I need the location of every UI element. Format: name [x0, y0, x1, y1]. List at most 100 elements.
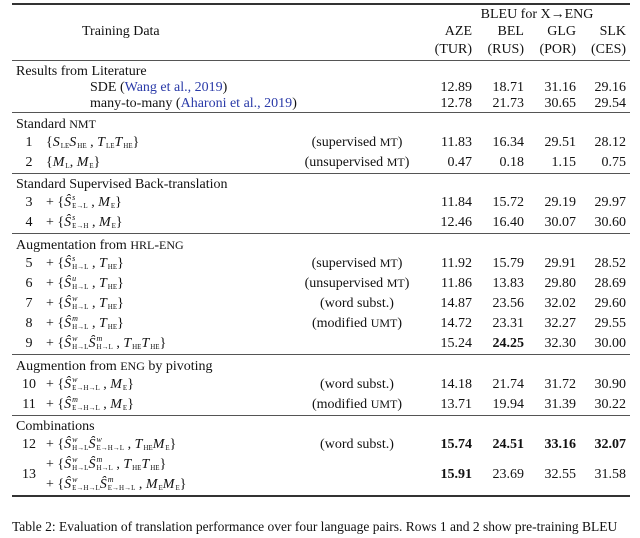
symbol-base: Ŝ	[64, 396, 72, 412]
math-symbol: M E	[110, 397, 127, 413]
training-data-formula: + {Ŝ w H→L Ŝw E→H→L , T HE M E}	[46, 435, 296, 455]
row-number: 3	[25, 194, 33, 210]
formula-text: ,	[69, 154, 77, 170]
col-header-lang: SLK	[599, 24, 627, 39]
formula-line: {M L, M E}	[46, 153, 296, 173]
symbol-base: M	[152, 436, 165, 452]
symbol-scripts: HE	[150, 335, 159, 351]
training-data-formula: {S LE S HE , T LE T HE}	[46, 133, 296, 153]
bleu-score: 28.12	[594, 134, 627, 150]
symbol-base: Ŝ	[64, 214, 72, 230]
bleu-score: 23.56	[492, 295, 525, 311]
subscript: E→H→L	[72, 484, 100, 493]
bleu-score: 32.02	[544, 295, 577, 311]
training-data-formula: + {Ŝ s H→L , T HE}	[46, 254, 296, 274]
section-title: Standard NMT	[16, 116, 96, 132]
table-row: 6 + {Ŝ u H→L , T HE} (unsupervised MT) 11.86 1…	[12, 274, 630, 294]
table-row: 5 + {Ŝ s H→L , T HE} (supervised MT) 11.92 15.…	[12, 254, 630, 274]
formula-text: + {	[46, 214, 65, 230]
symbol-base: T	[123, 335, 132, 351]
symbol-base: T	[141, 456, 150, 472]
superscript: u	[72, 274, 77, 284]
training-data-formula: + {Ŝ w H→L , T HE}	[46, 294, 296, 314]
math-symbol: M E	[77, 155, 94, 171]
formula-text: ,	[88, 295, 99, 311]
formula-text: + {	[46, 456, 65, 472]
math-symbol: Ŝw H→L	[64, 455, 88, 473]
superscript: s	[72, 213, 76, 223]
header-row-lang: Training Data AZE BEL GLG SLK	[12, 24, 630, 40]
bleu-score: 32.55	[544, 466, 577, 482]
row-number: 5	[25, 255, 33, 271]
math-symbol: T HE	[141, 456, 160, 473]
citation-link[interactable]: Wang et al., 2019	[125, 80, 223, 95]
table-row: 3 + {Ŝ s E→L , M E} 11.84 15.72 29.19 29.97	[12, 193, 630, 213]
table-row: 4 + {Ŝ s E→H , M E} 12.46 16.40 30.07 30.60	[12, 213, 630, 234]
bleu-score: 32.07	[594, 436, 627, 452]
formula-text: ,	[88, 255, 99, 271]
superscript	[108, 315, 117, 323]
bleu-score: 15.72	[492, 194, 525, 210]
bleu-score: 12.89	[440, 79, 473, 95]
superscript: w	[72, 334, 78, 344]
math-symbol: M E	[163, 477, 180, 493]
bleu-score: 18.71	[492, 79, 525, 95]
symbol-scripts: w H→L	[72, 295, 88, 312]
row-number: 8	[25, 315, 33, 331]
formula-text: + {	[46, 476, 65, 492]
results-table: BLEU for X→ENG Training Data AZE BEL GLG…	[12, 3, 631, 497]
subscript: LE	[105, 142, 115, 151]
formula-text: {	[46, 134, 53, 150]
formula-text: ,	[88, 315, 99, 331]
subscript: HE	[107, 263, 118, 272]
math-symbol: Ŝm H→L	[64, 315, 88, 332]
formula-text: ,	[99, 376, 111, 392]
formula-text: }	[159, 456, 167, 472]
bleu-score: 31.72	[544, 376, 577, 392]
row-number: 4	[25, 214, 33, 230]
subscript: E→H→L	[96, 444, 125, 453]
training-data-formula: + {Ŝ w H→L Ŝm H→L , T HE T HE} + {Ŝ w E→H→L Ŝm E→H…	[46, 455, 296, 496]
bleu-score: 0.18	[499, 154, 525, 170]
formula-text: ,	[88, 214, 99, 230]
symbol-scripts: m E→H→L	[72, 396, 100, 413]
formula-text: }	[115, 214, 123, 230]
section-title-row: Augmentation from HRL-ENG	[12, 233, 631, 254]
superscript: w	[96, 435, 102, 445]
subscript: H→L	[72, 283, 89, 292]
superscript: s	[72, 193, 76, 203]
method-note: (modified UMT)	[311, 397, 403, 412]
bleu-score: 32.30	[544, 335, 577, 351]
formula-line: + {Ŝ m E→H→L , M E}	[46, 395, 296, 415]
bleu-score: 0.75	[601, 154, 627, 170]
citation-link[interactable]: Aharoni et al., 2019	[181, 96, 293, 111]
formula-text: ,	[88, 275, 99, 291]
training-data-header: Training Data	[82, 24, 160, 39]
superscript: w	[72, 455, 78, 465]
symbol-base: Ŝ	[88, 335, 96, 351]
math-symbol: T HE	[99, 276, 117, 292]
formula-line: + {Ŝ w H→L Ŝm H→L , T HE T HE}	[46, 334, 296, 354]
section-title-row: Results from Literature	[12, 60, 631, 80]
section-title: Augmention from ENG by pivoting	[16, 358, 213, 374]
math-symbol: Ŝw H→L	[64, 334, 88, 352]
subscript: HE	[150, 464, 160, 473]
symbol-scripts: w H→L	[72, 436, 88, 453]
formula-text: ,	[112, 335, 124, 351]
bleu-score: 23.31	[492, 315, 525, 331]
formula-line: {S LE S HE , T LE T HE}	[46, 133, 296, 153]
table-row: 2 {M L, M E} (unsupervised MT) 0.47 0.18 1.15…	[12, 153, 630, 174]
formula-text: + {	[46, 396, 65, 412]
symbol-base: Ŝ	[64, 194, 72, 210]
table-row: SDE (Wang et al., 2019) 12.89 18.71 31.16 29…	[12, 80, 630, 96]
col-header-lang: GLG	[547, 24, 576, 39]
section-title: Results from Literature	[16, 63, 147, 79]
method-note: (modified UMT)	[311, 316, 403, 331]
training-data-formula: + {Ŝ s E→H , M E}	[46, 213, 296, 234]
method-note	[296, 213, 418, 234]
formula-text: }	[127, 376, 134, 392]
col-header-pivot: (CES)	[591, 41, 627, 57]
symbol-base: Ŝ	[88, 456, 96, 472]
superscript: w	[72, 475, 78, 485]
math-symbol: T HE	[115, 135, 133, 151]
